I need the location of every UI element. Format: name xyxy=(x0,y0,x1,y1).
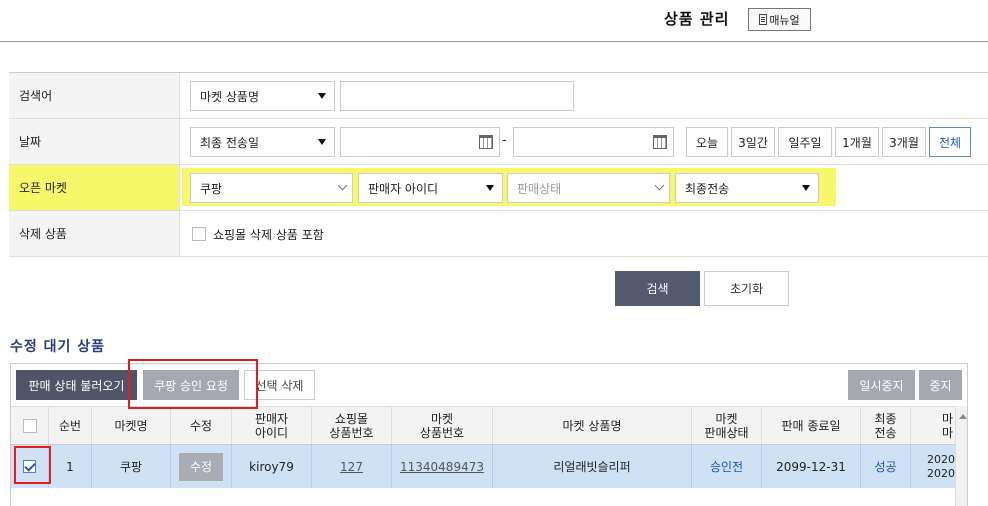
col-end-date[interactable]: 판매 종료일 xyxy=(762,407,861,444)
col-no[interactable]: 순번 xyxy=(49,407,92,444)
col-seller-id[interactable]: 판매자 아이디 xyxy=(232,407,312,444)
cell-seller-id: kiroy79 xyxy=(232,445,312,488)
cell-sale-status: 승인전 xyxy=(692,445,762,488)
scroll-up-arrow-icon[interactable] xyxy=(959,414,967,419)
search-form: 검색어 마켓 상품명 날짜 최종 전송일 - 오늘 3일간 일주일 1개월 3개… xyxy=(9,72,988,257)
cell-final-send: 성공 xyxy=(861,445,911,488)
pause-button[interactable]: 일시중지 xyxy=(848,370,915,400)
col-market-no[interactable]: 마켓 상품번호 xyxy=(392,407,493,444)
header-select-all[interactable] xyxy=(11,407,49,444)
period-3days-button[interactable]: 3일간 xyxy=(731,127,775,157)
caret-down-icon xyxy=(318,139,326,145)
keyword-type-select[interactable]: 마켓 상품명 xyxy=(190,81,335,111)
annotation-highlight-approval xyxy=(128,359,258,409)
stop-button[interactable]: 중지 xyxy=(919,370,962,400)
col-more[interactable]: 마 마 xyxy=(911,407,955,444)
cell-market-no: 11340489473 xyxy=(392,445,493,488)
document-icon xyxy=(759,14,768,25)
calendar-icon[interactable] xyxy=(653,135,667,149)
grid-header: 순번 마켓명 수정 판매자 아이디 쇼핑몰 상품번호 마켓 상품번호 마켓 상품… xyxy=(11,406,967,445)
chevron-down-icon xyxy=(654,180,665,191)
search-row-open-market: 오픈 마켓 쿠팡 판매자 아이디 판매상태 최종전송 xyxy=(9,165,988,211)
period-1month-button[interactable]: 1개월 xyxy=(835,127,879,157)
period-3months-button[interactable]: 3개월 xyxy=(882,127,926,157)
manual-button[interactable]: 매뉴얼 xyxy=(748,8,811,31)
edit-button[interactable]: 수정 xyxy=(179,452,223,481)
market-value: 쿠팡 xyxy=(200,181,223,196)
date-to-input[interactable] xyxy=(513,127,674,157)
market-select[interactable]: 쿠팡 xyxy=(190,173,353,203)
seller-id-select[interactable]: 판매자 아이디 xyxy=(358,173,503,203)
search-row-keyword: 검색어 마켓 상품명 xyxy=(9,73,988,119)
caret-down-icon xyxy=(486,185,494,191)
include-deleted-label: 쇼핑몰 삭제 상품 포함 xyxy=(213,228,324,242)
page-title: 상품 관리 xyxy=(664,10,730,28)
caret-down-icon xyxy=(802,185,810,191)
date-type-select[interactable]: 최종 전송일 xyxy=(190,127,335,157)
cell-edit: 수정 xyxy=(171,445,232,488)
final-send-value: 최종전송 xyxy=(685,181,730,196)
period-week-button[interactable]: 일주일 xyxy=(778,127,832,157)
cell-mall-no: 127 xyxy=(312,445,392,488)
vertical-scrollbar[interactable] xyxy=(955,406,967,506)
list-title: 수정 대기 상품 xyxy=(10,339,106,355)
cell-more: 2020 2020 xyxy=(927,452,955,480)
select-all-checkbox[interactable] xyxy=(22,418,37,433)
open-market-label: 오픈 마켓 xyxy=(9,165,180,210)
seller-id-value: 판매자 아이디 xyxy=(368,181,439,196)
annotation-highlight-checkbox xyxy=(14,446,51,484)
col-final-send[interactable]: 최종 전송 xyxy=(861,407,911,444)
caret-down-icon xyxy=(318,93,326,99)
calendar-icon[interactable] xyxy=(479,135,493,149)
search-button[interactable]: 검색 xyxy=(615,271,700,306)
period-all-button[interactable]: 전체 xyxy=(929,127,971,157)
col-edit[interactable]: 수정 xyxy=(171,407,232,444)
mall-no-link[interactable]: 127 xyxy=(340,460,363,474)
col-product-name[interactable]: 마켓 상품명 xyxy=(493,407,692,444)
market-no-link[interactable]: 11340489473 xyxy=(400,460,484,474)
load-status-button[interactable]: 판매 상태 불러오기 xyxy=(16,370,137,400)
cell-product-name: 리얼래빗슬리퍼 xyxy=(493,445,692,488)
keyword-type-value: 마켓 상품명 xyxy=(200,89,260,104)
final-send-select[interactable]: 최종전송 xyxy=(675,173,819,203)
reset-button[interactable]: 초기화 xyxy=(704,271,789,306)
date-type-value: 최종 전송일 xyxy=(200,135,260,150)
col-market[interactable]: 마켓명 xyxy=(92,407,171,444)
date-range-separator: - xyxy=(502,133,507,148)
chevron-down-icon xyxy=(337,180,348,191)
cell-no: 1 xyxy=(49,445,92,488)
col-sale-status[interactable]: 마켓 판매상태 xyxy=(692,407,762,444)
date-from-input[interactable] xyxy=(340,127,500,157)
cell-end-date: 2099-12-31 xyxy=(762,445,861,488)
search-row-date: 날짜 최종 전송일 - 오늘 3일간 일주일 1개월 3개월 전체 xyxy=(9,119,988,165)
keyword-label: 검색어 xyxy=(9,73,180,118)
sale-status-select[interactable]: 판매상태 xyxy=(507,173,670,203)
col-mall-no[interactable]: 쇼핑몰 상품번호 xyxy=(312,407,392,444)
deleted-label: 삭제 상품 xyxy=(9,211,180,256)
date-label: 날짜 xyxy=(9,119,180,164)
search-row-deleted: 삭제 상품 쇼핑몰 삭제 상품 포함 xyxy=(9,211,988,257)
sale-status-value: 판매상태 xyxy=(517,181,562,196)
top-bar: 상품 관리 매뉴얼 xyxy=(0,0,988,42)
table-row[interactable]: 1 쿠팡 수정 kiroy79 127 11340489473 리얼래빗슬리퍼 … xyxy=(11,445,955,488)
period-today-button[interactable]: 오늘 xyxy=(686,127,728,157)
cell-market: 쿠팡 xyxy=(92,445,171,488)
include-deleted-checkbox[interactable] xyxy=(192,227,206,241)
keyword-input[interactable] xyxy=(340,81,574,111)
manual-label: 매뉴얼 xyxy=(769,13,800,27)
